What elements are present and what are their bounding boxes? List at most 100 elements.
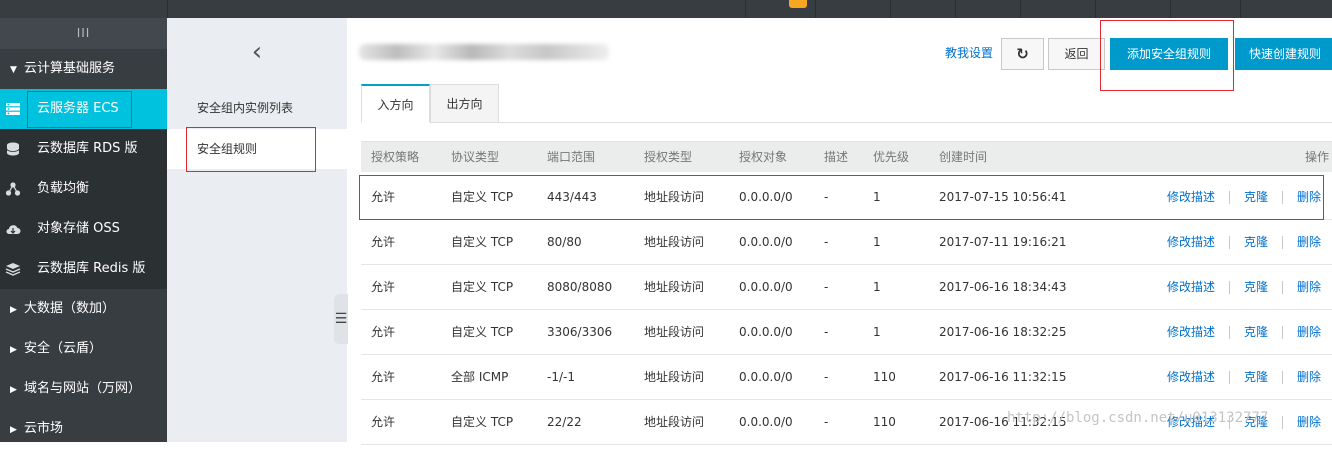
back-button[interactable]: 返回 xyxy=(1048,38,1105,70)
table-cell-protocol: 全部 ICMP xyxy=(451,370,509,384)
sidebar-group-label: 云市场 xyxy=(24,421,64,436)
table-cell-policy: 允许 xyxy=(371,280,396,294)
table-cell-priority: 1 xyxy=(873,325,881,339)
sidebar-item-rds[interactable]: 云数据库 RDS 版 xyxy=(0,129,167,169)
topbar-segment[interactable] xyxy=(1020,0,1095,18)
topbar-segment[interactable] xyxy=(1240,0,1332,18)
main-content: 教我设置 ↻ 返回 添加安全组规则 快速创建规则 入方向 出方向 授权策略 协议… xyxy=(347,18,1332,445)
delete-link[interactable]: 删除 xyxy=(1297,220,1321,265)
teach-me-link[interactable]: 教我设置 xyxy=(945,44,993,61)
action-separator xyxy=(1229,236,1230,249)
sidebar-group-domains[interactable]: ▶ 域名与网站（万网） xyxy=(0,369,167,409)
column-header: 授权类型 xyxy=(644,150,693,164)
action-separator xyxy=(1282,371,1283,384)
table-row: 允许 自定义 TCP 80/80 地址段访问 0.0.0.0/0 - 1 2017-07-11… xyxy=(361,220,1332,265)
tab-outbound[interactable]: 出方向 xyxy=(430,84,499,123)
direction-tabs: 入方向 出方向 xyxy=(361,84,1332,123)
table-header: 授权策略 协议类型 端口范围 授权类型 授权对象 描述 优先级 创建时间 操作 xyxy=(361,141,1332,172)
table-cell-created: 2017-06-16 18:32:25 xyxy=(939,325,1067,339)
column-header: 操作 xyxy=(1305,150,1330,164)
delete-link[interactable]: 删除 xyxy=(1297,310,1321,355)
sidebar-group-security[interactable]: ▶ 安全（云盾） xyxy=(0,329,167,369)
topbar-segment[interactable] xyxy=(0,0,167,18)
table-cell-desc: - xyxy=(824,370,829,384)
table-cell-port: 80/80 xyxy=(547,235,582,249)
quick-create-button[interactable]: 快速创建规则 xyxy=(1235,38,1332,70)
tab-inbound[interactable]: 入方向 xyxy=(361,84,430,123)
highlight-box xyxy=(359,175,1324,220)
caret-right-icon: ▶ xyxy=(10,385,17,395)
top-bar xyxy=(0,0,1332,18)
back-arrow-icon[interactable]: ‹ xyxy=(247,39,267,65)
page-title-blurred xyxy=(359,44,609,60)
sidebar-item-ecs[interactable]: 云服务器 ECS xyxy=(0,89,167,129)
table-cell-target: 0.0.0.0/0 xyxy=(739,280,793,294)
action-separator xyxy=(1282,236,1283,249)
notification-badge[interactable] xyxy=(789,0,807,8)
table-cell-protocol: 自定义 TCP xyxy=(451,235,514,249)
delete-link[interactable]: 删除 xyxy=(1297,400,1321,445)
table-cell-auth-type: 地址段访问 xyxy=(644,235,705,249)
sidebar-group-cloud[interactable]: ▼ 云计算基础服务 xyxy=(0,49,167,89)
caret-right-icon: ▶ xyxy=(10,345,17,355)
cloud-storage-icon xyxy=(6,225,21,235)
sidebar-item-oss[interactable]: 对象存储 OSS xyxy=(0,209,167,249)
sidebar-group-market[interactable]: ▶ 云市场 xyxy=(0,409,167,449)
table-cell-port: 3306/3306 xyxy=(547,325,613,339)
sidebar-item-label: 对象存储 OSS xyxy=(37,221,120,236)
topbar-segment[interactable] xyxy=(815,0,890,18)
refresh-button[interactable]: ↻ xyxy=(1001,38,1044,70)
caret-right-icon: ▶ xyxy=(10,305,17,315)
table-cell-policy: 允许 xyxy=(371,235,396,249)
database-icon xyxy=(6,142,20,156)
server-icon xyxy=(6,103,20,115)
table-cell-policy: 允许 xyxy=(371,415,396,429)
table-row: 允许 自定义 TCP 8080/8080 地址段访问 0.0.0.0/0 - 1 2017-0… xyxy=(361,265,1332,310)
highlight-box xyxy=(27,91,132,128)
sidebar-group-label: 云计算基础服务 xyxy=(24,61,116,76)
table-cell-port: -1/-1 xyxy=(547,370,575,384)
table-cell-auth-type: 地址段访问 xyxy=(644,415,705,429)
sidebar-item-slb[interactable]: 负载均衡 xyxy=(0,169,167,209)
caret-right-icon: ▶ xyxy=(10,425,17,435)
delete-link[interactable]: 删除 xyxy=(1297,265,1321,310)
nav-item-instances[interactable]: 安全组内实例列表 xyxy=(167,88,347,128)
sidebar-item-redis[interactable]: 云数据库 Redis 版 xyxy=(0,249,167,289)
table-cell-target: 0.0.0.0/0 xyxy=(739,325,793,339)
table-cell-port: 22/22 xyxy=(547,415,582,429)
topbar-segment[interactable] xyxy=(890,0,955,18)
clone-link[interactable]: 克隆 xyxy=(1244,220,1268,265)
table-cell-priority: 1 xyxy=(873,280,881,294)
edit-description-link[interactable]: 修改描述 xyxy=(1167,355,1215,400)
edit-description-link[interactable]: 修改描述 xyxy=(1167,220,1215,265)
menu-toggle-icon[interactable]: ☰ xyxy=(334,294,348,344)
sidebar-collapse-button[interactable]: III xyxy=(0,18,167,49)
sidebar-item-label: 云数据库 RDS 版 xyxy=(37,141,138,156)
table-cell-created: 2017-06-16 18:34:43 xyxy=(939,280,1067,294)
table-cell-created: 2017-07-11 19:16:21 xyxy=(939,235,1067,249)
clone-link[interactable]: 克隆 xyxy=(1244,265,1268,310)
table-cell-priority: 110 xyxy=(873,370,896,384)
sidebar-item-label: 负载均衡 xyxy=(37,181,90,196)
action-separator xyxy=(1282,326,1283,339)
table-row: 允许 自定义 TCP 3306/3306 地址段访问 0.0.0.0/0 - 1 2017-0… xyxy=(361,310,1332,355)
clone-link[interactable]: 克隆 xyxy=(1244,310,1268,355)
topbar-segment[interactable] xyxy=(1095,0,1170,18)
topbar-segment[interactable] xyxy=(955,0,1020,18)
edit-description-link[interactable]: 修改描述 xyxy=(1167,265,1215,310)
secondary-nav: ‹ 安全组内实例列表 安全组规则 ☰ xyxy=(167,18,348,442)
table-cell-policy: 允许 xyxy=(371,325,396,339)
column-header: 端口范围 xyxy=(547,150,596,164)
action-separator xyxy=(1282,416,1283,429)
topbar-segment[interactable] xyxy=(1170,0,1240,18)
table-cell-desc: - xyxy=(824,235,829,249)
column-header: 授权策略 xyxy=(371,150,420,164)
delete-link[interactable]: 删除 xyxy=(1297,355,1321,400)
table-cell-created: 2017-06-16 11:32:15 xyxy=(939,370,1067,384)
action-separator xyxy=(1229,371,1230,384)
sidebar-group-bigdata[interactable]: ▶ 大数据（数加） xyxy=(0,289,167,329)
table-cell-priority: 110 xyxy=(873,415,896,429)
table-cell-protocol: 自定义 TCP xyxy=(451,415,514,429)
edit-description-link[interactable]: 修改描述 xyxy=(1167,310,1215,355)
clone-link[interactable]: 克隆 xyxy=(1244,355,1268,400)
